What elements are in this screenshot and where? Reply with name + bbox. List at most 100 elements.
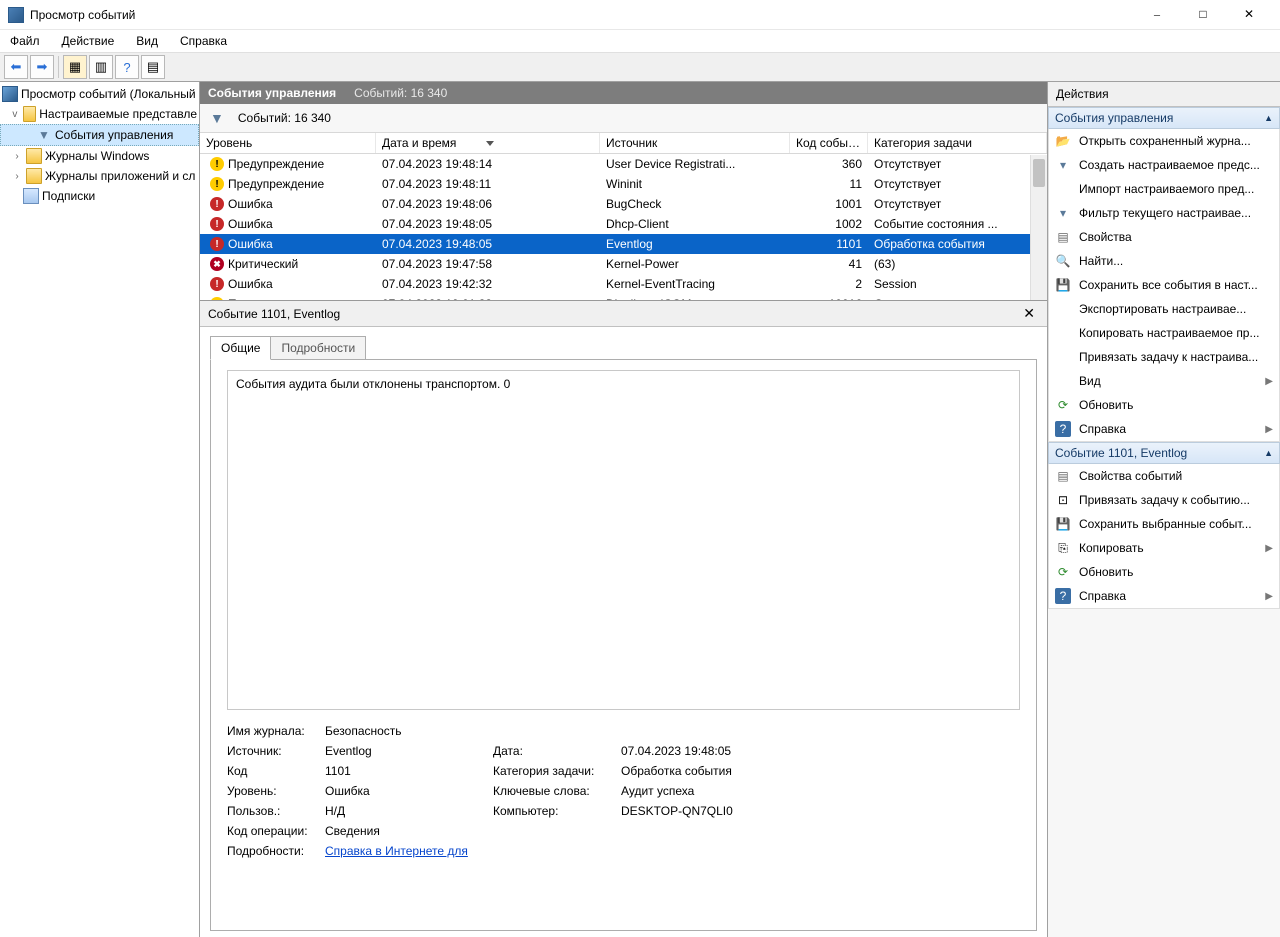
maximize-button[interactable]: □ <box>1180 0 1226 30</box>
minimize-button[interactable]: – <box>1134 0 1180 30</box>
col-date[interactable]: Дата и время <box>376 133 600 153</box>
nav-forward-button[interactable]: ➡ <box>30 55 54 79</box>
app-icon <box>8 7 24 23</box>
action-item[interactable]: 🔍Найти... <box>1049 249 1279 273</box>
event-list[interactable]: Уровень Дата и время Источник Код событи… <box>200 133 1047 301</box>
vertical-scrollbar[interactable] <box>1030 155 1047 300</box>
col-cat[interactable]: Категория задачи <box>868 133 1047 153</box>
event-row[interactable]: Ошибка07.04.2023 19:48:05Eventlog1101Обр… <box>200 234 1047 254</box>
action-item[interactable]: ▾Фильтр текущего настраивае... <box>1049 201 1279 225</box>
action-item[interactable]: 💾Сохранить выбранные событ... <box>1049 512 1279 536</box>
eventviewer-icon <box>2 86 18 102</box>
actions-group2-header[interactable]: Событие 1101, Eventlog ▲ <box>1048 442 1280 464</box>
folder-icon <box>23 106 36 122</box>
action-item[interactable]: ⟳Обновить <box>1049 393 1279 417</box>
center-pane: События управления Событий: 16 340 ▼ Соб… <box>200 82 1048 937</box>
menu-action[interactable]: Действие <box>58 32 119 50</box>
tree-app-logs[interactable]: › Журналы приложений и сл <box>0 166 199 186</box>
tree-subscriptions[interactable]: Подписки <box>0 186 199 206</box>
action-item[interactable]: ▾Создать настраиваемое предс... <box>1049 153 1279 177</box>
action-item[interactable]: Вид▶ <box>1049 369 1279 393</box>
col-eid[interactable]: Код события <box>790 133 868 153</box>
layout-button-2[interactable]: ▤ <box>141 55 165 79</box>
cell-cat: Событие состояния ... <box>868 214 1047 234</box>
expand-toggle-icon[interactable]: › <box>11 151 23 162</box>
action-item[interactable]: ?Справка▶ <box>1049 584 1279 608</box>
menu-help[interactable]: Справка <box>176 32 231 50</box>
actions-group2-list: ▤Свойства событий⊡Привязать задачу к соб… <box>1048 464 1280 609</box>
tree-admin-events[interactable]: ▼ События управления <box>0 124 199 146</box>
action-item[interactable]: ⎘Копировать▶ <box>1049 536 1279 560</box>
lbl-opcode: Код операции: <box>227 824 317 838</box>
event-row[interactable]: Критический07.04.2023 19:47:58Kernel-Pow… <box>200 254 1047 274</box>
tree-admin-events-label: События управления <box>55 128 173 142</box>
level-warn-icon <box>210 297 224 301</box>
event-row[interactable]: Предупреждение07.04.2023 19:01:33Distrib… <box>200 294 1047 301</box>
action-item[interactable]: ▤Свойства событий <box>1049 464 1279 488</box>
action-item[interactable]: Импорт настраиваемого пред... <box>1049 177 1279 201</box>
event-row[interactable]: Предупреждение07.04.2023 19:48:14User De… <box>200 154 1047 174</box>
folder-icon <box>26 168 42 184</box>
val-user: Н/Д <box>325 804 485 818</box>
expand-toggle-icon[interactable]: v <box>10 109 20 120</box>
cell-date: 07.04.2023 19:48:14 <box>376 154 600 174</box>
tree-root-label: Просмотр событий (Локальный <box>21 87 196 101</box>
event-row[interactable]: Предупреждение07.04.2023 19:48:11Wininit… <box>200 174 1047 194</box>
tab-general[interactable]: Общие <box>210 336 271 360</box>
show-hide-tree-button[interactable]: ▦ <box>63 55 87 79</box>
cell-cat: Отсутствует <box>868 194 1047 214</box>
event-description[interactable]: События аудита были отклонены транспорто… <box>227 370 1020 710</box>
lbl-cat: Категория задачи: <box>493 764 613 778</box>
action-item[interactable]: 💾Сохранить все события в наст... <box>1049 273 1279 297</box>
action-label: Обновить <box>1079 565 1133 579</box>
action-item[interactable]: Экспортировать настраивае... <box>1049 297 1279 321</box>
expand-toggle-icon[interactable]: › <box>11 171 23 182</box>
menu-view[interactable]: Вид <box>132 32 162 50</box>
action-icon: 🔍 <box>1055 253 1071 269</box>
tab-details[interactable]: Подробности <box>271 336 366 360</box>
event-list-header[interactable]: Уровень Дата и время Источник Код событи… <box>200 133 1047 154</box>
menu-file[interactable]: Файл <box>6 32 44 50</box>
action-label: Копировать <box>1079 541 1144 555</box>
action-label: Привязать задачу к событию... <box>1079 493 1250 507</box>
action-icon: ▾ <box>1055 157 1071 173</box>
cell-date: 07.04.2023 19:48:05 <box>376 214 600 234</box>
navigation-tree[interactable]: Просмотр событий (Локальный v Настраивае… <box>0 82 200 937</box>
event-row[interactable]: Ошибка07.04.2023 19:48:05Dhcp-Client1002… <box>200 214 1047 234</box>
event-row[interactable]: Ошибка07.04.2023 19:48:06BugCheck1001Отс… <box>200 194 1047 214</box>
layout-button-1[interactable]: ▥ <box>89 55 113 79</box>
action-item[interactable]: ⟳Обновить <box>1049 560 1279 584</box>
col-level[interactable]: Уровень <box>200 133 376 153</box>
detail-body: События аудита были отклонены транспорто… <box>210 359 1037 931</box>
tree-windows-logs[interactable]: › Журналы Windows <box>0 146 199 166</box>
action-item[interactable]: ▤Свойства <box>1049 225 1279 249</box>
cell-eid: 2 <box>790 274 868 294</box>
tree-custom-views[interactable]: v Настраиваемые представле <box>0 104 199 124</box>
actions-group1-header[interactable]: События управления ▲ <box>1048 107 1280 129</box>
action-item[interactable]: ?Справка▶ <box>1049 417 1279 441</box>
close-button[interactable]: ✕ <box>1226 0 1272 30</box>
action-item[interactable]: Копировать настраиваемое пр... <box>1049 321 1279 345</box>
val-computer: DESKTOP-QN7QLI0 <box>621 804 1020 818</box>
action-item[interactable]: ⊡Привязать задачу к событию... <box>1049 488 1279 512</box>
action-item[interactable]: Привязать задачу к настраива... <box>1049 345 1279 369</box>
center-header: События управления Событий: 16 340 <box>200 82 1047 104</box>
action-item[interactable]: 📂Открыть сохраненный журна... <box>1049 129 1279 153</box>
nav-back-button[interactable]: ⬅ <box>4 55 28 79</box>
action-icon: ▾ <box>1055 205 1071 221</box>
scrollbar-thumb[interactable] <box>1033 159 1045 187</box>
help-button[interactable]: ? <box>115 55 139 79</box>
event-row[interactable]: Ошибка07.04.2023 19:42:32Kernel-EventTra… <box>200 274 1047 294</box>
cell-level: Ошибка <box>228 237 273 251</box>
cell-date: 07.04.2023 19:42:32 <box>376 274 600 294</box>
action-label: Обновить <box>1079 398 1133 412</box>
cell-source: Wininit <box>600 174 790 194</box>
moreinfo-link[interactable]: Справка в Интернете для <box>325 844 1020 858</box>
window-controls: – □ ✕ <box>1134 0 1272 30</box>
cell-level: Предупреждение <box>228 157 324 171</box>
cell-level: Ошибка <box>228 277 273 291</box>
tree-root[interactable]: Просмотр событий (Локальный <box>0 84 199 104</box>
detail-close-button[interactable]: ✕ <box>1019 305 1039 322</box>
tree-app-logs-label: Журналы приложений и сл <box>45 169 195 183</box>
col-source[interactable]: Источник <box>600 133 790 153</box>
